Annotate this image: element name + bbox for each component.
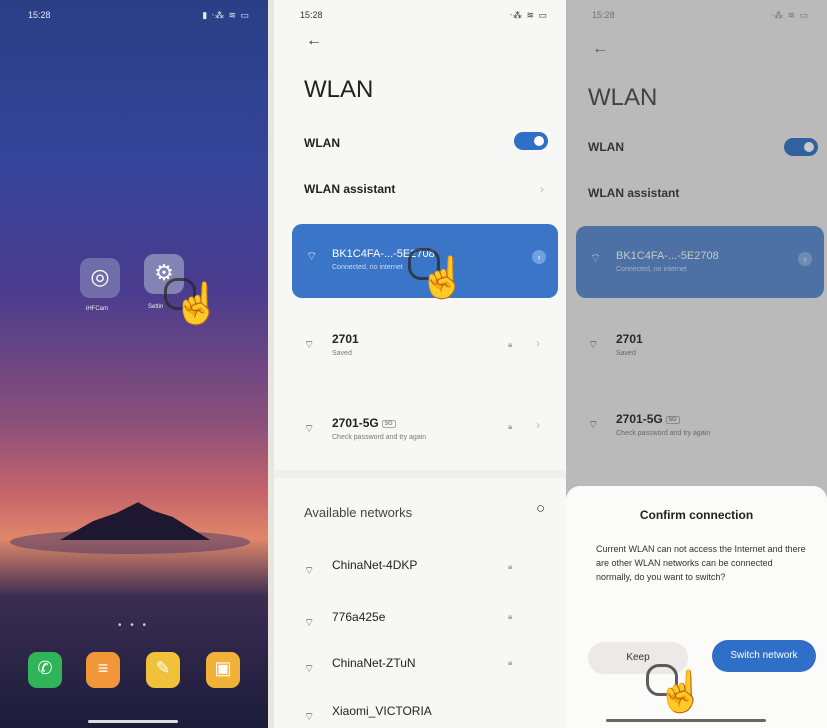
- phone-app-icon[interactable]: ✆: [28, 652, 62, 688]
- wifi-icon: ⌔: [304, 339, 315, 351]
- available-networks-heading: Available networks: [304, 505, 413, 520]
- menu-icon: ≡: [97, 658, 109, 678]
- available-network-item[interactable]: ⌔ Xiaomi_VICTORIA: [304, 704, 544, 724]
- notes-app-icon[interactable]: ✎: [146, 652, 180, 688]
- confirm-connection-dialog: Confirm connection Current WLAN can not …: [566, 486, 827, 728]
- wlan-toggle-label: WLAN: [304, 136, 340, 150]
- home-indicator: [606, 719, 766, 722]
- switch-network-button[interactable]: Switch network: [712, 640, 816, 672]
- wallpaper-mountain: [60, 502, 210, 540]
- network-status: Check password and try again: [332, 434, 427, 441]
- gallery-icon: ▣: [214, 658, 232, 678]
- settings-app-label: Settin: [148, 304, 164, 310]
- wifi-icon: ⌔: [304, 711, 315, 723]
- status-time: 15:28: [28, 10, 51, 20]
- menu-app-icon[interactable]: ≡: [86, 652, 120, 688]
- wifi-icon: ⌔: [306, 249, 318, 263]
- ihfcam-app-label: iHFCam: [86, 306, 108, 312]
- lock-icon: 🔒︎: [508, 422, 513, 431]
- wifi-icon: ⌔: [304, 423, 315, 435]
- network-name: ChinaNet-ZTuN: [332, 656, 416, 670]
- page-title: WLAN: [304, 76, 374, 103]
- network-status: Saved: [332, 350, 352, 357]
- band-badge: 5G: [381, 419, 396, 428]
- lock-icon: 🔒︎: [508, 612, 513, 621]
- status-time: 15:28: [300, 10, 323, 20]
- pointing-hand-icon: ☝: [418, 256, 468, 300]
- lock-icon: 🔒︎: [508, 658, 513, 667]
- lock-icon: 🔒︎: [508, 562, 513, 571]
- network-name: Xiaomi_VICTORIA: [332, 704, 432, 718]
- lock-icon: 🔒︎: [508, 340, 513, 349]
- network-name: 2701-5G 5G: [332, 416, 396, 430]
- wlan-toggle[interactable]: [514, 132, 548, 150]
- notes-icon: ✎: [155, 658, 171, 678]
- chevron-right-icon: ›: [536, 418, 540, 432]
- pointing-hand-icon: ☝: [172, 282, 222, 326]
- wlan-assistant-item[interactable]: WLAN assistant: [304, 182, 395, 196]
- page-dots: • • •: [118, 620, 150, 631]
- status-icons: ▮ ᐧ⁂ ≋ ▭: [202, 10, 250, 20]
- network-details-icon[interactable]: ›: [532, 250, 546, 264]
- refresh-icon[interactable]: ○: [536, 500, 545, 517]
- back-arrow-icon[interactable]: ←: [306, 32, 322, 50]
- network-name: ChinaNet-4DKP: [332, 558, 418, 572]
- status-icons: ᐧ⁂ ≋ ▭: [509, 10, 548, 20]
- home-indicator: [88, 720, 178, 723]
- wifi-icon: ⌔: [304, 565, 315, 577]
- section-divider: [274, 470, 566, 478]
- chevron-right-icon: ›: [536, 336, 540, 350]
- network-name: 776a425e: [332, 610, 386, 624]
- camera-lens-icon: ◎: [90, 264, 110, 289]
- ihfcam-app-icon[interactable]: ◎: [80, 258, 120, 298]
- pointing-hand-icon: ☝: [656, 670, 706, 714]
- status-bar: 15:28 ᐧ⁂ ≋ ▭: [274, 6, 566, 22]
- status-bar: 15:28 ▮ ᐧ⁂ ≋ ▭: [0, 6, 268, 22]
- dialog-title: Confirm connection: [639, 508, 754, 522]
- home-screen-panel: 15:28 ▮ ᐧ⁂ ≋ ▭ ◎ iHFCam ⚙ Settin ☝ • • •…: [0, 0, 268, 728]
- chevron-right-icon: ›: [540, 182, 544, 196]
- phone-icon: ✆: [37, 658, 53, 678]
- connected-status: Connected, no internet: [332, 264, 403, 271]
- wlan-settings-panel: 15:28 ᐧ⁂ ≋ ▭ ← WLAN WLAN WLAN assistant …: [274, 0, 566, 728]
- dialog-message: Current WLAN can not access the Internet…: [596, 544, 806, 582]
- wifi-icon: ⌔: [304, 617, 315, 629]
- wifi-icon: ⌔: [304, 663, 315, 675]
- gallery-app-icon[interactable]: ▣: [206, 652, 240, 688]
- network-name: 2701: [332, 332, 359, 346]
